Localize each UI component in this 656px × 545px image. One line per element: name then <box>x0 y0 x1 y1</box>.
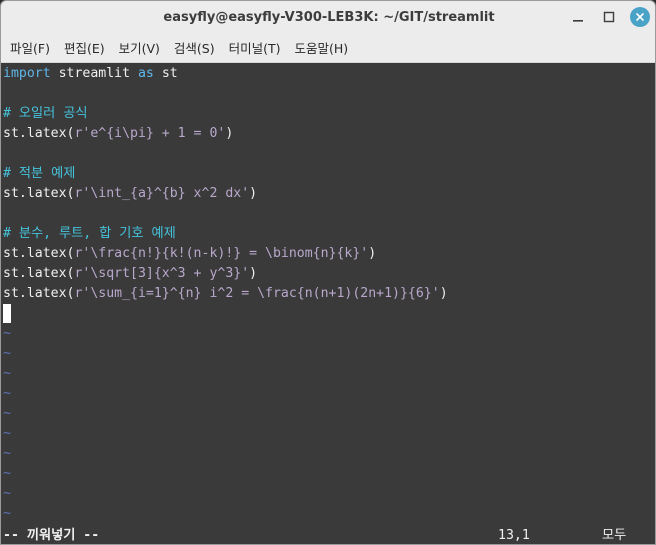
empty-line-marker: ~ <box>3 366 11 381</box>
code-comment-fraction: # 분수, 루트, 합 기호 예제 <box>3 226 176 241</box>
code-line-7: st.latex(r'\int_{a}^{b} x^2 dx') <box>3 184 257 204</box>
empty-line-marker: ~ <box>3 406 11 421</box>
window-title: easyfly@easyfly-V300-LEB3K: ~/GIT/stream… <box>163 9 495 25</box>
empty-line-marker: ~ <box>3 486 11 501</box>
code-string: r'\sqrt[3]{x^3 + y^3}' <box>74 266 250 281</box>
empty-line-marker: ~ <box>3 466 11 481</box>
code-text: st.latex( <box>3 286 75 301</box>
terminal-window: easyfly@easyfly-V300-LEB3K: ~/GIT/stream… <box>0 0 656 545</box>
code-text: st.latex( <box>3 246 75 261</box>
code-line-4: st.latex(r'e^{i\pi} + 1 = 0') <box>3 124 233 144</box>
code-string: r'\sum_{i=1}^{n} i^2 = \frac{n(n+1)(2n+1… <box>74 286 440 301</box>
code-text: st.latex( <box>3 186 75 201</box>
terminal-area[interactable]: import streamlit as st # 오일러 공식 st.latex… <box>1 63 655 544</box>
code-comment-integral: # 적분 예제 <box>3 166 76 181</box>
menu-edit[interactable]: 편집(E) <box>57 38 112 57</box>
code-comment-euler: # 오일러 공식 <box>3 106 88 121</box>
empty-line-marker: ~ <box>3 386 11 401</box>
empty-line-marker: ~ <box>3 506 11 521</box>
code-string: r'\int_{a}^{b} x^2 dx' <box>74 186 250 201</box>
cursor-position: 13,1 <box>498 528 530 543</box>
keyword: as <box>137 66 154 81</box>
menu-bar: 파일(F) 편집(E) 보기(V) 검색(S) 터미널(T) 도움말(H) <box>1 33 655 63</box>
menu-file[interactable]: 파일(F) <box>3 38 57 57</box>
keyword: import <box>3 66 51 81</box>
code-text: st.latex( <box>3 126 75 141</box>
maximize-button[interactable] <box>599 7 619 27</box>
code-string: r'e^{i\pi} + 1 = 0' <box>74 126 226 141</box>
empty-line-marker: ~ <box>3 326 11 341</box>
code-text: ) <box>225 126 234 141</box>
code-text: ) <box>368 246 377 261</box>
empty-line-marker: ~ <box>3 426 11 441</box>
minimize-button[interactable] <box>568 7 588 27</box>
code-text: ) <box>249 266 258 281</box>
code-text: ) <box>439 286 448 301</box>
code-string: r'\frac{n!}{k!(n-k)!} = \binom{n}{k}' <box>74 246 369 261</box>
code-line-10: st.latex(r'\frac{n!}{k!(n-k)!} = \binom{… <box>3 244 376 264</box>
empty-line-marker: ~ <box>3 346 11 361</box>
empty-line-marker: ~ <box>3 446 11 461</box>
code-text: st <box>153 66 178 81</box>
minimize-icon <box>573 20 583 22</box>
menu-view[interactable]: 보기(V) <box>112 38 167 57</box>
code-text: streamlit <box>50 66 138 81</box>
title-bar[interactable]: easyfly@easyfly-V300-LEB3K: ~/GIT/stream… <box>1 1 655 33</box>
code-line-12: st.latex(r'\sum_{i=1}^{n} i^2 = \frac{n(… <box>3 284 448 304</box>
code-text: st.latex( <box>3 266 75 281</box>
maximize-icon <box>603 11 615 23</box>
close-button[interactable] <box>630 7 650 27</box>
code-line-1: import streamlit as st <box>3 64 178 84</box>
menu-search[interactable]: 검색(S) <box>167 38 222 57</box>
close-icon <box>635 12 645 22</box>
menu-terminal[interactable]: 터미널(T) <box>222 38 288 57</box>
mode-indicator: -- 끼워넣기 -- <box>3 528 100 543</box>
menu-help[interactable]: 도움말(H) <box>288 38 356 57</box>
code-text: ) <box>249 186 258 201</box>
scroll-indicator: 모두 <box>602 528 627 543</box>
code-line-11: st.latex(r'\sqrt[3]{x^3 + y^3}') <box>3 264 257 284</box>
text-cursor <box>3 304 11 323</box>
